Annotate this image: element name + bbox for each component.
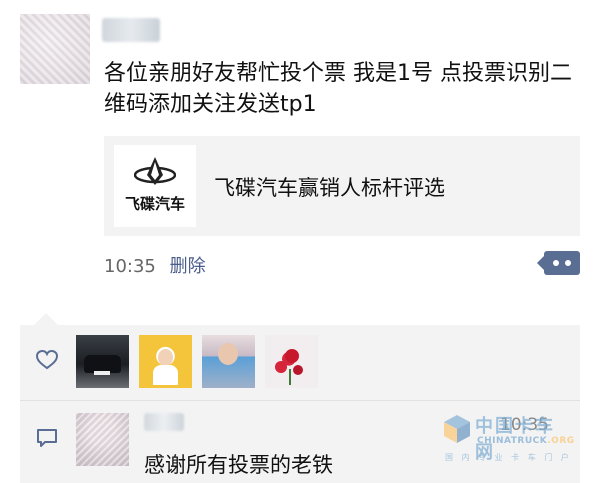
liker-avatar[interactable] — [265, 335, 318, 388]
delete-link[interactable]: 删除 — [170, 256, 206, 277]
watermark-en-suffix: .ORG — [547, 436, 575, 446]
dot-icon — [553, 260, 559, 266]
poster-avatar[interactable] — [20, 14, 90, 84]
comment-text[interactable]: 感谢所有投票的老铁 — [144, 449, 333, 479]
post-meta: 10:35 删除 — [104, 252, 206, 278]
liker-avatar[interactable] — [139, 335, 192, 388]
ufo-logo-icon — [134, 157, 176, 185]
car-plate — [94, 371, 110, 375]
link-title: 飞碟汽车赢销人标杆评选 — [214, 176, 445, 200]
flower-bloom — [275, 361, 287, 373]
dot-icon — [565, 260, 571, 266]
commenter-avatar[interactable] — [76, 413, 129, 466]
liker-avatar[interactable] — [76, 335, 129, 388]
woman-photo — [218, 343, 238, 365]
watermark-en: CHINATRUCK.ORG — [477, 436, 575, 446]
link-thumbnail: 飞碟汽车 — [114, 145, 196, 227]
watermark-tagline: 国 内 专 业 卡 车 门 户 — [445, 453, 572, 462]
watermark-en-main: CHINATRUCK — [477, 436, 548, 446]
shared-link-card[interactable]: 飞碟汽车 飞碟汽车赢销人标杆评选 — [104, 136, 580, 236]
flower-stem — [289, 369, 291, 385]
flower-bloom — [293, 365, 303, 375]
flower-photo — [285, 349, 299, 363]
child-body — [153, 365, 178, 385]
poster-nickname[interactable] — [102, 18, 160, 42]
comment-icon — [37, 429, 57, 447]
divider — [20, 400, 580, 401]
commenter-name[interactable] — [144, 413, 184, 431]
child-photo — [158, 349, 173, 366]
cube-logo-icon — [444, 415, 470, 443]
site-watermark: 中国卡车网 CHINATRUCK.ORG 国 内 专 业 卡 车 门 户 — [443, 408, 575, 466]
heart-icon — [36, 350, 58, 370]
logo-wordmark: 飞碟汽车 — [124, 195, 185, 213]
liker-avatar[interactable] — [202, 335, 255, 388]
post-time: 10:35 — [104, 256, 156, 277]
more-actions-button[interactable] — [537, 251, 580, 275]
panel-caret — [34, 313, 58, 325]
post-text: 各位亲朋好友帮忙投个票 我是1号 点投票识别二维码添加关注发送tp1 — [104, 61, 572, 117]
